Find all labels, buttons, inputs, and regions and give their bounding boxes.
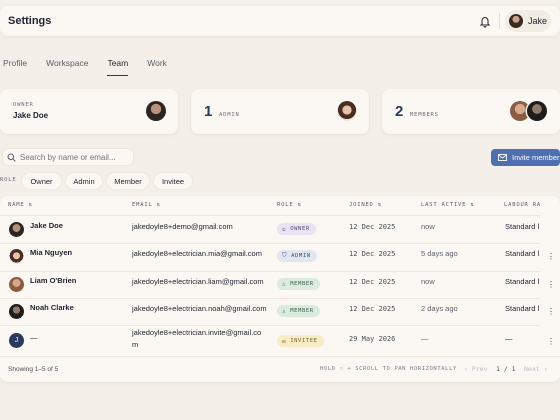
member-email: jakedoyle8+electrician.mia@gmail.com — [132, 249, 262, 258]
member-name: Jake Doe — [30, 221, 63, 230]
member-email-wrap: m — [132, 340, 139, 349]
table-row[interactable]: J — jakedoyle8+electrician.invite@gmail.… — [0, 325, 560, 356]
mail-icon: ✉ — [282, 337, 287, 345]
header-divider — [499, 13, 500, 29]
next-page-button[interactable]: Next › — [524, 365, 547, 373]
user-menu[interactable]: Jake — [505, 10, 551, 32]
last-active: now — [421, 277, 435, 286]
labour-rate: — — [505, 334, 513, 343]
members-label: MEMBERS — [410, 112, 439, 118]
column-header-last-active[interactable]: LAST ACTIVE ⇅ — [421, 202, 474, 208]
prev-page-button[interactable]: ‹ Prev — [464, 365, 487, 373]
role-badge: ✉ INVITEE — [277, 335, 324, 347]
table-row[interactable]: Noah Clarke jakedoyle8+electrician.noah@… — [0, 298, 560, 325]
mail-icon — [498, 154, 507, 161]
owner-name: Jake Doe — [13, 111, 49, 120]
avatar — [9, 222, 24, 237]
member-name: Noah Clarke — [30, 303, 74, 312]
crown-icon: ♔ — [282, 225, 287, 233]
member-name: — — [30, 333, 38, 342]
search-icon — [7, 153, 16, 162]
avatar — [509, 14, 523, 28]
settings-tabs: Profile Workspace Team Work — [3, 58, 186, 76]
table-row[interactable]: Mia Nguyen jakedoyle8+electrician.mia@gm… — [0, 243, 560, 270]
admin-count: 1 — [204, 103, 213, 120]
role-badge: ♙ MEMBER — [277, 278, 320, 290]
table-row[interactable]: Jake Doe jakedoyle8+demo@gmail.com ♔ OWNE… — [0, 216, 560, 243]
pagination-summary: Showing 1–5 of 5 — [8, 366, 59, 373]
last-active: — — [421, 334, 429, 343]
members-count: 2 — [395, 103, 404, 120]
labour-rate: Standard l — [505, 249, 540, 258]
column-header-name[interactable]: NAME ⇅ — [8, 202, 33, 208]
shield-icon: ⛉ — [282, 252, 288, 259]
last-active: now — [421, 222, 435, 231]
divider — [0, 356, 560, 357]
tab-profile[interactable]: Profile — [3, 58, 27, 76]
admin-label: ADMIN — [219, 112, 240, 118]
page-title: Settings — [8, 15, 52, 27]
invite-member-button[interactable]: Invite member — [491, 149, 560, 166]
row-menu-icon[interactable]: ⋮ — [547, 252, 555, 261]
member-name: Mia Nguyen — [30, 248, 73, 257]
avatar: J — [9, 333, 24, 348]
owner-label: OWNER — [13, 102, 34, 108]
members-table: NAME ⇅ EMAIL ⇅ ROLE ⇅ JOINED ⇅ LAST ACTI… — [0, 196, 560, 382]
filter-chip-owner[interactable]: Owner — [22, 173, 61, 189]
role-badge: ♙ MEMBER — [277, 305, 320, 317]
joined-date: 12 Dec 2025 — [349, 305, 396, 313]
column-header-joined[interactable]: JOINED ⇅ — [349, 202, 382, 208]
joined-date: 12 Dec 2025 — [349, 250, 396, 258]
owner-card: OWNER Jake Doe — [0, 89, 178, 134]
user-icon: ♙ — [282, 307, 287, 315]
member-email: jakedoyle8+electrician.invite@gmail.co — [132, 328, 262, 337]
owner-avatar — [146, 101, 166, 121]
row-menu-icon[interactable]: ⋮ — [547, 307, 555, 316]
member-avatar — [527, 101, 547, 121]
search-input[interactable] — [20, 152, 128, 162]
tab-team[interactable]: Team — [107, 58, 129, 76]
tab-work[interactable]: Work — [147, 58, 167, 76]
avatar — [9, 249, 24, 264]
page-indicator: 1 / 1 — [496, 365, 516, 373]
labour-rate: Standard l — [505, 304, 540, 313]
table-row[interactable]: Liam O'Brien jakedoyle8+electrician.liam… — [0, 271, 560, 298]
members-card: 2 MEMBERS — [382, 89, 560, 134]
role-badge: ⛉ ADMIN — [277, 250, 317, 262]
column-header-role[interactable]: ROLE ⇅ — [277, 202, 302, 208]
role-filter-label: ROLE — [0, 177, 17, 183]
top-bar: Settings Jake — [0, 6, 560, 36]
labour-rate: Standard l — [505, 277, 540, 286]
labour-rate: Standard l — [505, 222, 540, 231]
last-active: 5 days ago — [421, 249, 458, 258]
member-email: jakedoyle8+demo@gmail.com — [132, 222, 233, 231]
admin-avatar — [337, 101, 357, 121]
avatar — [9, 304, 24, 319]
column-header-email[interactable]: EMAIL ⇅ — [132, 202, 161, 208]
filter-chip-member[interactable]: Member — [107, 173, 149, 189]
member-email: jakedoyle8+electrician.liam@gmail.com — [132, 277, 264, 286]
filter-chip-invitee[interactable]: Invitee — [154, 173, 192, 189]
column-header-labour-rate[interactable]: LABOUR RA — [504, 202, 541, 208]
avatar — [9, 277, 24, 292]
last-active: 2 days ago — [421, 304, 458, 313]
search-box — [2, 148, 134, 166]
member-name: Liam O'Brien — [30, 276, 77, 285]
filter-chip-admin[interactable]: Admin — [66, 173, 102, 189]
role-badge: ♔ OWNER — [277, 223, 316, 235]
joined-date: 12 Dec 2025 — [349, 223, 396, 231]
user-name: Jake — [528, 16, 548, 26]
joined-date: 29 May 2026 — [349, 335, 396, 343]
invite-member-label: Invite member — [512, 153, 560, 162]
bell-icon[interactable] — [478, 14, 492, 28]
member-email: jakedoyle8+electrician.noah@gmail.com — [132, 304, 267, 313]
joined-date: 12 Dec 2025 — [349, 278, 396, 286]
scroll-hint: HOLD ⇧ + SCROLL TO PAN HORIZONTALLY — [320, 366, 457, 372]
row-menu-icon[interactable]: ⋮ — [547, 337, 555, 346]
tab-workspace[interactable]: Workspace — [46, 58, 88, 76]
row-menu-icon[interactable]: ⋮ — [547, 280, 555, 289]
admin-card: 1 ADMIN — [191, 89, 369, 134]
user-icon: ♙ — [282, 280, 287, 288]
